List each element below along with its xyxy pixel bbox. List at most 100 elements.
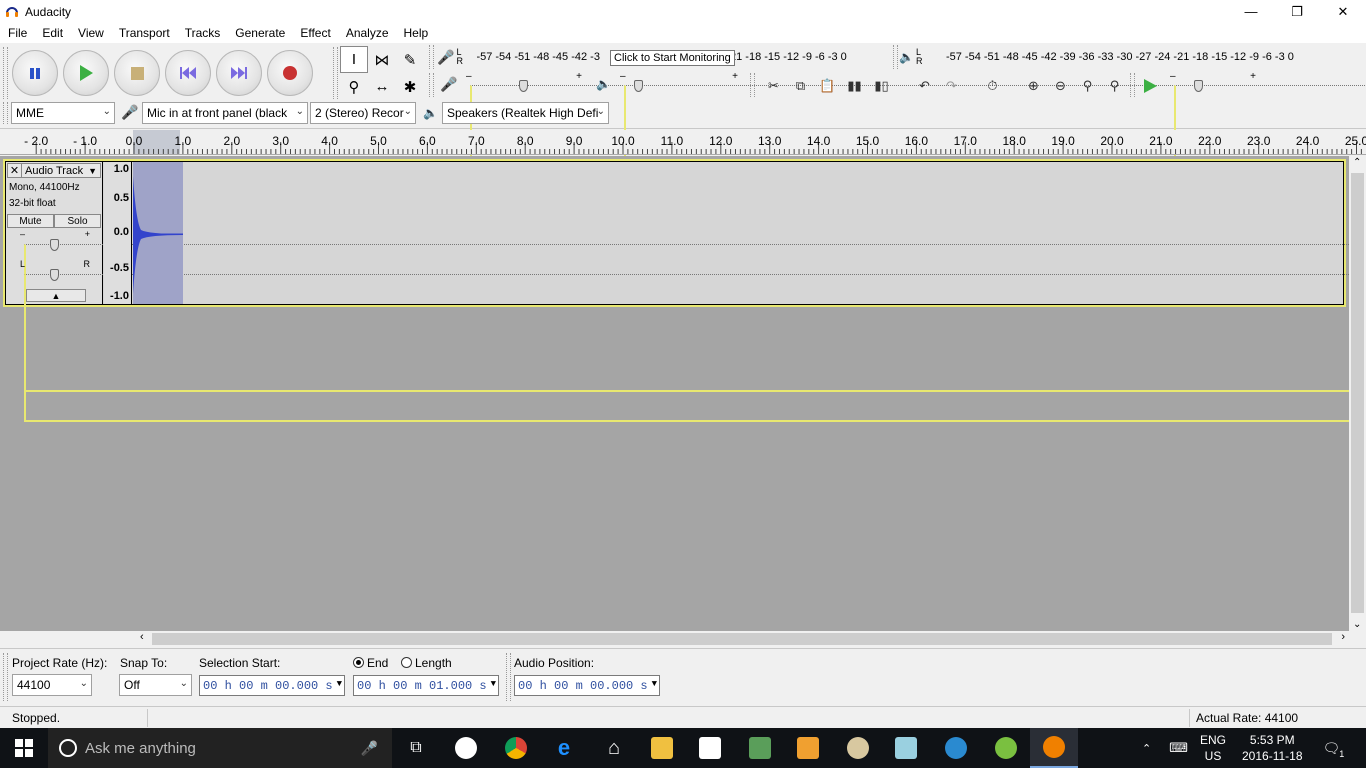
clock[interactable]: 5:53 PM 2016-11-18	[1242, 732, 1303, 764]
silence-icon[interactable]: ▮▯	[868, 75, 895, 97]
sync-lock-icon[interactable]: ⏱	[979, 75, 1006, 97]
zoom-out-icon[interactable]: ⊖	[1047, 75, 1074, 97]
taskbar-chrome[interactable]	[492, 728, 540, 768]
taskbar-paint[interactable]	[834, 728, 882, 768]
copy-icon[interactable]: ⧉	[787, 75, 814, 97]
solo-button[interactable]: Solo	[54, 214, 101, 228]
project-rate-select[interactable]: 44100 ⌄	[12, 674, 92, 696]
toolbar-grip[interactable]	[1130, 73, 1135, 97]
taskbar-file-explorer[interactable]	[638, 728, 686, 768]
selection-tool-icon[interactable]: I	[340, 46, 368, 73]
audio-track[interactable]: ✕ Audio Track ▼ Mono, 44100Hz 32-bit flo…	[3, 159, 1366, 422]
fit-selection-icon[interactable]: ⚲	[1074, 75, 1101, 97]
end-radio[interactable]: End	[353, 656, 388, 670]
mute-button[interactable]: Mute	[7, 214, 54, 228]
draw-tool-icon[interactable]: ✎	[396, 46, 424, 73]
scroll-left-icon[interactable]: ‹	[140, 631, 144, 643]
audio-position-field[interactable]: 00 h 00 m 00.000 s ▼	[514, 675, 660, 696]
length-radio[interactable]: Length	[401, 656, 452, 670]
zoom-tool-icon[interactable]: ⚲	[340, 73, 368, 100]
notifications-icon[interactable]: 🗨 1	[1323, 740, 1345, 759]
track-name-menu[interactable]: Audio Track	[22, 165, 88, 177]
menu-file[interactable]: File	[0, 26, 34, 40]
track-gain-slider[interactable]: – +	[18, 229, 1366, 392]
format-dropdown-icon[interactable]: ▼	[652, 679, 657, 689]
menu-generate[interactable]: Generate	[227, 26, 292, 40]
taskbar-media[interactable]	[784, 728, 832, 768]
play-speed-slider[interactable]: – +	[1168, 71, 1366, 233]
multi-tool-icon[interactable]: ✱	[396, 73, 424, 100]
input-volume-slider[interactable]: – +	[464, 71, 1366, 233]
format-dropdown-icon[interactable]: ▼	[337, 679, 342, 689]
track-pan-slider[interactable]: L R	[18, 259, 1366, 422]
stop-button[interactable]	[114, 50, 160, 96]
menu-analyze[interactable]: Analyze	[338, 26, 396, 40]
scroll-up-icon[interactable]: ⌃	[1353, 157, 1361, 168]
menu-edit[interactable]: Edit	[34, 26, 70, 40]
track-close-button[interactable]: ✕	[8, 164, 22, 177]
toolbar-grip[interactable]	[429, 45, 434, 69]
timeshift-tool-icon[interactable]: ↔	[368, 73, 396, 100]
skip-to-start-button[interactable]	[165, 50, 211, 96]
toolbar-grip[interactable]	[750, 73, 755, 97]
start-button[interactable]	[0, 728, 48, 768]
play-button[interactable]	[63, 50, 109, 96]
maximize-button[interactable]: ❐	[1274, 0, 1320, 23]
record-meter[interactable]: 🎤 LR -57 -54 -51 -48 -45 -42 -3	[437, 46, 600, 68]
taskbar-store[interactable]	[686, 728, 734, 768]
cut-icon[interactable]: ✂	[760, 75, 787, 97]
track-area[interactable]: ✕ Audio Track ▼ Mono, 44100Hz 32-bit flo…	[0, 156, 1366, 631]
waveform-selection[interactable]	[133, 162, 183, 304]
taskbar-home[interactable]: ⌂	[590, 728, 638, 768]
menu-help[interactable]: Help	[396, 26, 436, 40]
track-control-panel[interactable]: ✕ Audio Track ▼ Mono, 44100Hz 32-bit flo…	[6, 162, 1366, 422]
output-volume-slider[interactable]: – +	[618, 71, 1366, 233]
recording-channels-select[interactable]: 2 (Stereo) Recor ⌄	[310, 102, 416, 124]
trim-icon[interactable]: ▮▮	[841, 75, 868, 97]
keyboard-icon[interactable]: ⌨	[1169, 740, 1188, 756]
taskbar-itunes[interactable]	[442, 728, 490, 768]
vertical-scale[interactable]: 1.0 0.5 0.0 -0.5 -1.0	[104, 162, 132, 304]
audio-host-select[interactable]: MME ⌄	[11, 102, 115, 124]
scroll-down-icon[interactable]: ⌄	[1353, 619, 1361, 630]
taskbar-app-blue[interactable]	[932, 728, 980, 768]
scroll-right-icon[interactable]: ›	[1341, 631, 1345, 643]
toolbar-grip[interactable]	[333, 47, 338, 99]
zoom-in-icon[interactable]: ⊕	[1020, 75, 1047, 97]
microphone-icon[interactable]: 🎤	[361, 740, 378, 757]
minimize-button[interactable]: —	[1228, 0, 1274, 23]
tray-overflow-chevron-icon[interactable]: ⌃	[1142, 742, 1151, 755]
skip-to-end-button[interactable]	[216, 50, 262, 96]
menu-view[interactable]: View	[70, 26, 111, 40]
playback-device-select[interactable]: Speakers (Realtek High Defi ⌄	[442, 102, 609, 124]
close-window-button[interactable]: ✕	[1320, 0, 1366, 23]
toolbar-grip[interactable]	[893, 45, 898, 69]
playback-meter[interactable]: 🔈 LR -57 -54 -51 -48 -45 -42 -39 -36 -33…	[899, 46, 1294, 68]
format-dropdown-icon[interactable]: ▼	[491, 679, 496, 689]
vertical-scroll-thumb[interactable]	[1351, 173, 1364, 613]
selection-end-field[interactable]: 00 h 00 m 01.000 s ▼	[353, 675, 499, 696]
taskbar-evernote[interactable]	[736, 728, 784, 768]
menu-transport[interactable]: Transport	[111, 26, 177, 40]
recording-device-select[interactable]: Mic in at front panel (black ⌄	[142, 102, 308, 124]
toolbar-grip[interactable]	[429, 73, 434, 97]
horizontal-scroll-thumb[interactable]	[152, 633, 1332, 645]
toolbar-grip[interactable]	[3, 47, 8, 99]
taskbar-notes[interactable]	[882, 728, 930, 768]
search-box[interactable]: Ask me anything 🎤	[48, 728, 392, 768]
vertical-scrollbar[interactable]: ⌃ ⌄	[1349, 156, 1366, 631]
collapse-track-button[interactable]: ▲	[26, 289, 86, 302]
language-indicator[interactable]: ENG US	[1200, 732, 1226, 764]
timeline-ruler[interactable]: - 2.0 - 1.0 0.0 1.0 2.0 3.0 4.0 5.0 6.0 7.0 8.0 9.0…	[0, 130, 1366, 155]
taskbar-edge[interactable]: e	[540, 728, 588, 768]
toolbar-grip[interactable]	[3, 653, 8, 701]
menu-tracks[interactable]: Tracks	[177, 26, 228, 40]
horizontal-scrollbar[interactable]: ‹ ›	[136, 631, 1349, 647]
fit-project-icon[interactable]: ⚲	[1101, 75, 1128, 97]
pause-button[interactable]	[12, 50, 58, 96]
menu-effect[interactable]: Effect	[292, 26, 337, 40]
envelope-tool-icon[interactable]: ⋈	[368, 46, 396, 73]
selection-start-field[interactable]: 00 h 00 m 00.000 s ▼	[199, 675, 345, 696]
record-meter-tail[interactable]: 21 -18 -15 -12 -9 -6 -3 0	[730, 46, 847, 68]
toolbar-grip[interactable]	[506, 653, 511, 701]
